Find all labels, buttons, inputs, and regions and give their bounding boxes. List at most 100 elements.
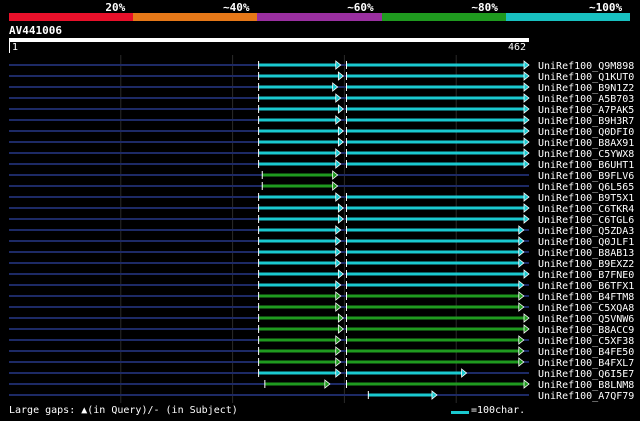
legend-segment	[381, 13, 507, 21]
hit-row[interactable]: UniRef100_B4FTM8	[9, 291, 634, 303]
hit-label[interactable]: UniRef100_A5B703	[538, 94, 634, 105]
hit-row[interactable]: UniRef100_Q5ZDA3	[9, 225, 634, 237]
segment-arrow-icon	[523, 126, 530, 136]
hit-label[interactable]: UniRef100_Q6I5E7	[538, 369, 634, 380]
segment-arrow-icon	[332, 170, 339, 180]
legend-segment	[9, 13, 134, 21]
hit-row[interactable]: UniRef100_B7FNE0	[9, 269, 634, 281]
hit-row[interactable]: UniRef100_Q0JLF1	[9, 236, 634, 248]
hit-label[interactable]: UniRef100_B9N1Z2	[538, 83, 634, 94]
legend-label: ~60%	[347, 1, 374, 14]
hit-row[interactable]: UniRef100_Q1KUT0	[9, 71, 634, 83]
segment-arrow-icon	[523, 115, 530, 125]
hit-label[interactable]: UniRef100_Q5ZDA3	[538, 226, 634, 237]
hit-label[interactable]: UniRef100_B4FTM8	[538, 292, 634, 303]
hit-row[interactable]: UniRef100_B8ACC9	[9, 324, 634, 336]
hit-label[interactable]: UniRef100_Q6L565	[538, 182, 634, 193]
legend-label: 20%	[105, 1, 126, 14]
segment-arrow-icon	[523, 159, 530, 169]
segment-arrow-icon	[337, 313, 345, 323]
hit-row[interactable]: UniRef100_B4FXL7	[9, 357, 634, 369]
segment-arrow-icon	[337, 104, 345, 114]
segment-arrow-icon	[335, 93, 342, 103]
hit-row[interactable]: UniRef100_B4FE50	[9, 346, 634, 358]
hit-label[interactable]: UniRef100_C5XF38	[538, 336, 634, 347]
hit-label[interactable]: UniRef100_A7QF79	[538, 391, 634, 402]
legend-label: ~40%	[223, 1, 250, 14]
hit-row[interactable]: UniRef100_A7PAK5	[9, 104, 634, 116]
hit-label[interactable]: UniRef100_B9H3R7	[538, 116, 634, 127]
hit-label[interactable]: UniRef100_Q0JLF1	[538, 237, 634, 248]
segment-arrow-icon	[523, 137, 530, 147]
hit-row[interactable]: UniRef100_B6TFX1	[9, 280, 634, 292]
hit-row[interactable]: UniRef100_C5YWX8	[9, 148, 634, 160]
segment-arrow-icon	[518, 302, 525, 312]
segment-arrow-icon	[335, 236, 342, 246]
hit-row[interactable]: UniRef100_C6TGL6	[9, 214, 634, 226]
hit-label[interactable]: UniRef100_Q5VNW6	[538, 314, 634, 325]
hit-row[interactable]: UniRef100_B9T5X1	[9, 192, 634, 204]
legend-segment	[133, 13, 258, 21]
segment-arrow-icon	[335, 115, 342, 125]
hit-label[interactable]: UniRef100_B4FE50	[538, 347, 634, 358]
hit-label[interactable]: UniRef100_B8AX91	[538, 138, 634, 149]
hit-row[interactable]: UniRef100_C6TKR4	[9, 203, 634, 215]
hit-row[interactable]: UniRef100_B6UHT1	[9, 159, 634, 171]
hit-row[interactable]: UniRef100_B9EXZ2	[9, 258, 634, 270]
segment-arrow-icon	[523, 324, 530, 334]
hit-label[interactable]: UniRef100_B8LNM8	[538, 380, 634, 391]
scale-line	[451, 411, 469, 414]
hit-label[interactable]: UniRef100_C5XQA8	[538, 303, 634, 314]
segment-arrow-icon	[335, 280, 342, 290]
hit-label[interactable]: UniRef100_A7PAK5	[538, 105, 634, 116]
segment-arrow-icon	[335, 346, 342, 356]
hit-row[interactable]: UniRef100_B8LNM8	[9, 379, 634, 391]
hit-row[interactable]: UniRef100_C5XF38	[9, 335, 634, 347]
query-end-label: 462	[508, 42, 527, 53]
hit-label[interactable]: UniRef100_B9T5X1	[538, 193, 634, 204]
segment-arrow-icon	[523, 148, 530, 158]
segment-arrow-icon	[523, 60, 530, 70]
hit-label[interactable]: UniRef100_C6TKR4	[538, 204, 634, 215]
hit-label[interactable]: UniRef100_B9FLV6	[538, 171, 634, 182]
hit-label[interactable]: UniRef100_B4FXL7	[538, 358, 634, 369]
hit-row[interactable]: UniRef100_Q5VNW6	[9, 313, 634, 325]
hit-row[interactable]: UniRef100_B8AB13	[9, 247, 634, 259]
segment-arrow-icon	[518, 291, 525, 301]
hit-row[interactable]: UniRef100_A5B703	[9, 93, 634, 105]
hit-row[interactable]: UniRef100_B8AX91	[9, 137, 634, 149]
hit-label[interactable]: UniRef100_Q1KUT0	[538, 72, 634, 83]
hit-row[interactable]: UniRef100_Q6L565	[9, 181, 634, 193]
segment-arrow-icon	[523, 379, 530, 389]
hit-label[interactable]: UniRef100_B7FNE0	[538, 270, 634, 281]
hit-label[interactable]: UniRef100_B8AB13	[538, 248, 634, 259]
hit-label[interactable]: UniRef100_C5YWX8	[538, 149, 634, 160]
segment-arrow-icon	[523, 203, 530, 213]
segment-arrow-icon	[335, 60, 342, 70]
hit-label[interactable]: UniRef100_Q0DFI0	[538, 127, 634, 138]
segment-arrow-icon	[337, 126, 345, 136]
hit-row[interactable]: UniRef100_B9H3R7	[9, 115, 634, 127]
segment-arrow-icon	[335, 291, 342, 301]
segment-arrow-icon	[518, 225, 525, 235]
segment-arrow-icon	[337, 203, 345, 213]
hit-row[interactable]: UniRef100_B9FLV6	[9, 170, 634, 182]
hit-row[interactable]: UniRef100_C5XQA8	[9, 302, 634, 314]
hit-row[interactable]: UniRef100_Q0DFI0	[9, 126, 634, 138]
hit-row[interactable]: UniRef100_Q6I5E7	[9, 368, 634, 380]
hit-label[interactable]: UniRef100_B8ACC9	[538, 325, 634, 336]
hit-label[interactable]: UniRef100_B6UHT1	[538, 160, 634, 171]
hit-label[interactable]: UniRef100_B9EXZ2	[538, 259, 634, 270]
hit-row[interactable]: UniRef100_B9N1Z2	[9, 82, 634, 94]
hit-label[interactable]: UniRef100_C6TGL6	[538, 215, 634, 226]
hit-label[interactable]: UniRef100_B6TFX1	[538, 281, 634, 292]
segment-arrow-icon	[523, 71, 530, 81]
hit-row[interactable]: UniRef100_Q9M898	[9, 60, 634, 72]
hit-row[interactable]: UniRef100_A7QF79	[9, 390, 634, 402]
hit-label[interactable]: UniRef100_Q9M898	[538, 61, 634, 72]
query-title: AV441006	[9, 24, 62, 37]
segment-arrow-icon	[332, 82, 339, 92]
segment-arrow-icon	[518, 335, 525, 345]
segment-arrow-icon	[335, 357, 342, 367]
segment-arrow-icon	[335, 302, 342, 312]
